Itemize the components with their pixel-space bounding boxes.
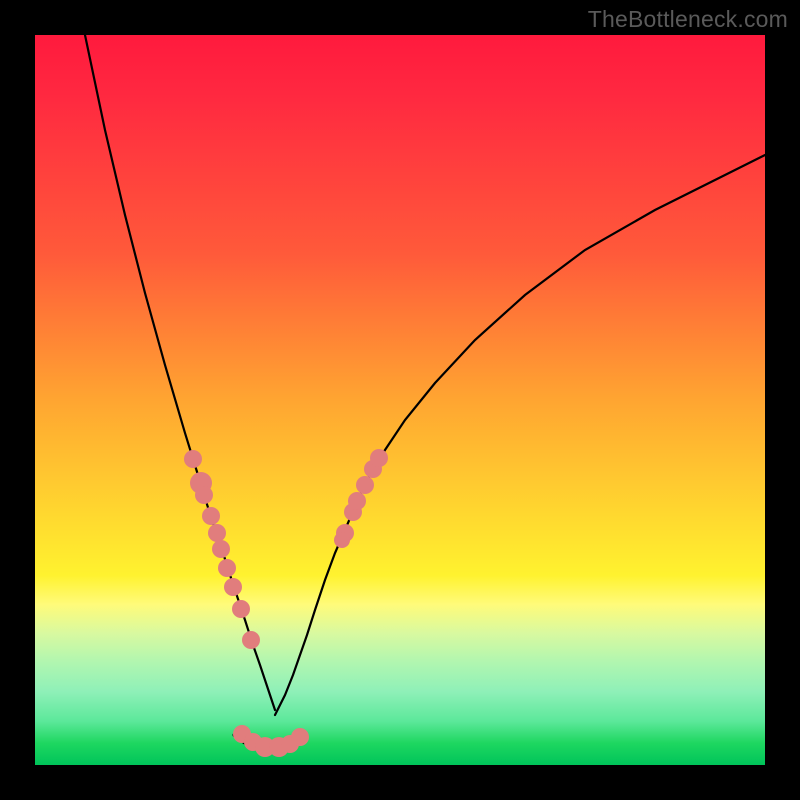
data-marker [212,540,230,558]
data-marker [218,559,236,577]
data-marker [232,600,250,618]
data-marker [334,532,350,548]
marker-group [184,449,388,757]
watermark-text: TheBottleneck.com [588,6,788,33]
chart-frame: TheBottleneck.com [0,0,800,800]
plot-area [35,35,765,765]
data-marker [348,492,366,510]
data-marker [356,476,374,494]
data-marker [208,524,226,542]
curve-group [85,35,765,747]
chart-svg [35,35,765,765]
data-marker [195,486,213,504]
data-marker [184,450,202,468]
data-marker [291,728,309,746]
data-marker [224,578,242,596]
data-marker [242,631,260,649]
data-marker [370,449,388,467]
data-marker [202,507,220,525]
curve-right-curve [275,155,765,715]
